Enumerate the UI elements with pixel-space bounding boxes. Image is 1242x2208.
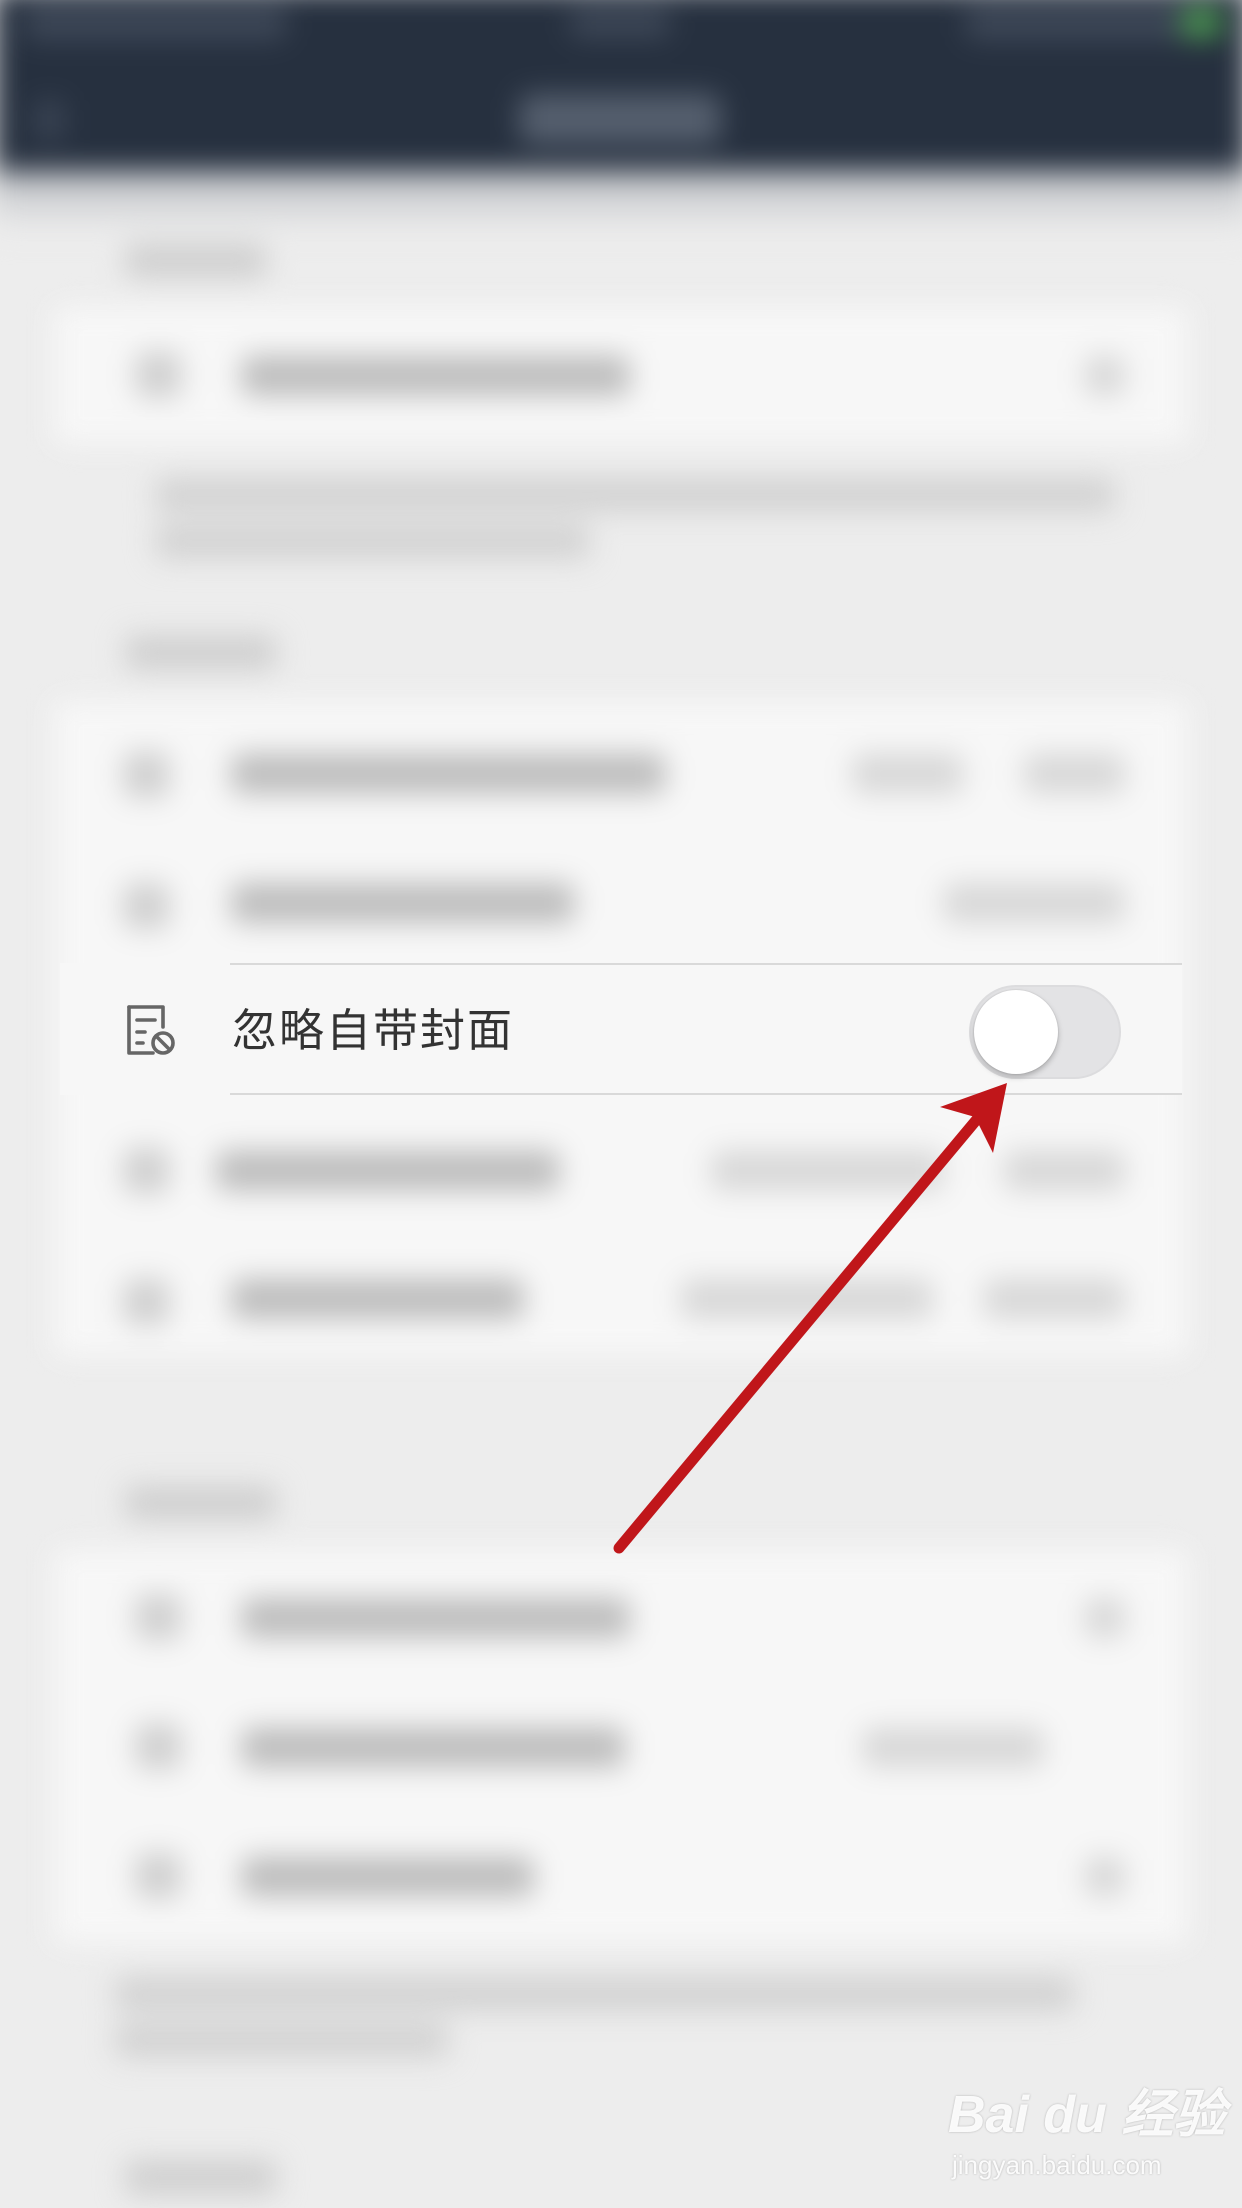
row-label <box>241 1727 626 1768</box>
row-label <box>231 1278 525 1320</box>
row-divider <box>230 1093 1182 1095</box>
ignore-cover-toggle[interactable] <box>969 985 1121 1079</box>
chevron-right-icon <box>1084 1597 1125 1639</box>
row-value <box>1003 1150 1125 1191</box>
section-header <box>125 635 277 670</box>
row-label <box>241 1597 631 1639</box>
section-note <box>114 1976 1075 2011</box>
top-bar <box>0 0 1242 181</box>
row-label <box>231 753 666 794</box>
status-bar-left <box>24 5 287 40</box>
baidu-jingyan-watermark: Bai du 经验 jingyan.baidu.com <box>948 2072 1225 2192</box>
battery-icon <box>1181 7 1222 38</box>
section-header <box>125 1485 277 1521</box>
section-header <box>125 2160 277 2195</box>
row-value <box>852 753 964 794</box>
setting-row-ignore-cover[interactable]: 忽略自带封面 <box>60 963 1182 1095</box>
settings-card <box>54 307 1188 444</box>
row-value <box>943 882 1125 924</box>
row-icon <box>135 1852 182 1899</box>
row-value <box>983 1278 1125 1320</box>
row-icon <box>135 351 182 399</box>
row-value <box>862 1727 1045 1768</box>
row-label <box>231 882 575 924</box>
row-value <box>1023 753 1125 794</box>
blurred-background <box>0 0 1242 2208</box>
chevron-right-icon <box>1084 1856 1125 1897</box>
status-bar-time <box>569 7 671 38</box>
watermark-logo: Bai du 经验 <box>948 2086 1226 2144</box>
settings-screen: 忽略自带封面 Bai du 经验 jingyan.baidu.com <box>0 0 1242 2208</box>
row-icon <box>123 751 170 798</box>
setting-label: 忽略自带封面 <box>232 1004 515 1057</box>
row-icon <box>123 1278 170 1326</box>
chevron-right-icon <box>1084 355 1125 396</box>
watermark-url: jingyan.baidu.com <box>952 2150 1162 2180</box>
toggle-knob <box>974 990 1058 1074</box>
row-icon <box>123 1147 170 1194</box>
back-icon[interactable] <box>34 100 65 141</box>
header-shadow <box>0 170 1242 232</box>
row-value <box>680 1278 934 1320</box>
section-header <box>125 243 267 278</box>
page-title <box>518 93 721 145</box>
row-label <box>241 1856 535 1897</box>
row-icon <box>135 1593 182 1641</box>
status-bar-right <box>965 5 1188 40</box>
section-note <box>155 524 590 559</box>
ignore-cover-icon <box>123 1003 179 1057</box>
section-note <box>155 477 1115 513</box>
row-divider <box>230 963 1182 965</box>
section-note <box>114 2023 449 2058</box>
row-label <box>215 1150 560 1191</box>
row-icon <box>123 882 170 930</box>
settings-card <box>54 1549 1188 1944</box>
row-icon <box>135 1723 182 1770</box>
row-value <box>710 1150 944 1191</box>
row-label <box>241 355 631 396</box>
